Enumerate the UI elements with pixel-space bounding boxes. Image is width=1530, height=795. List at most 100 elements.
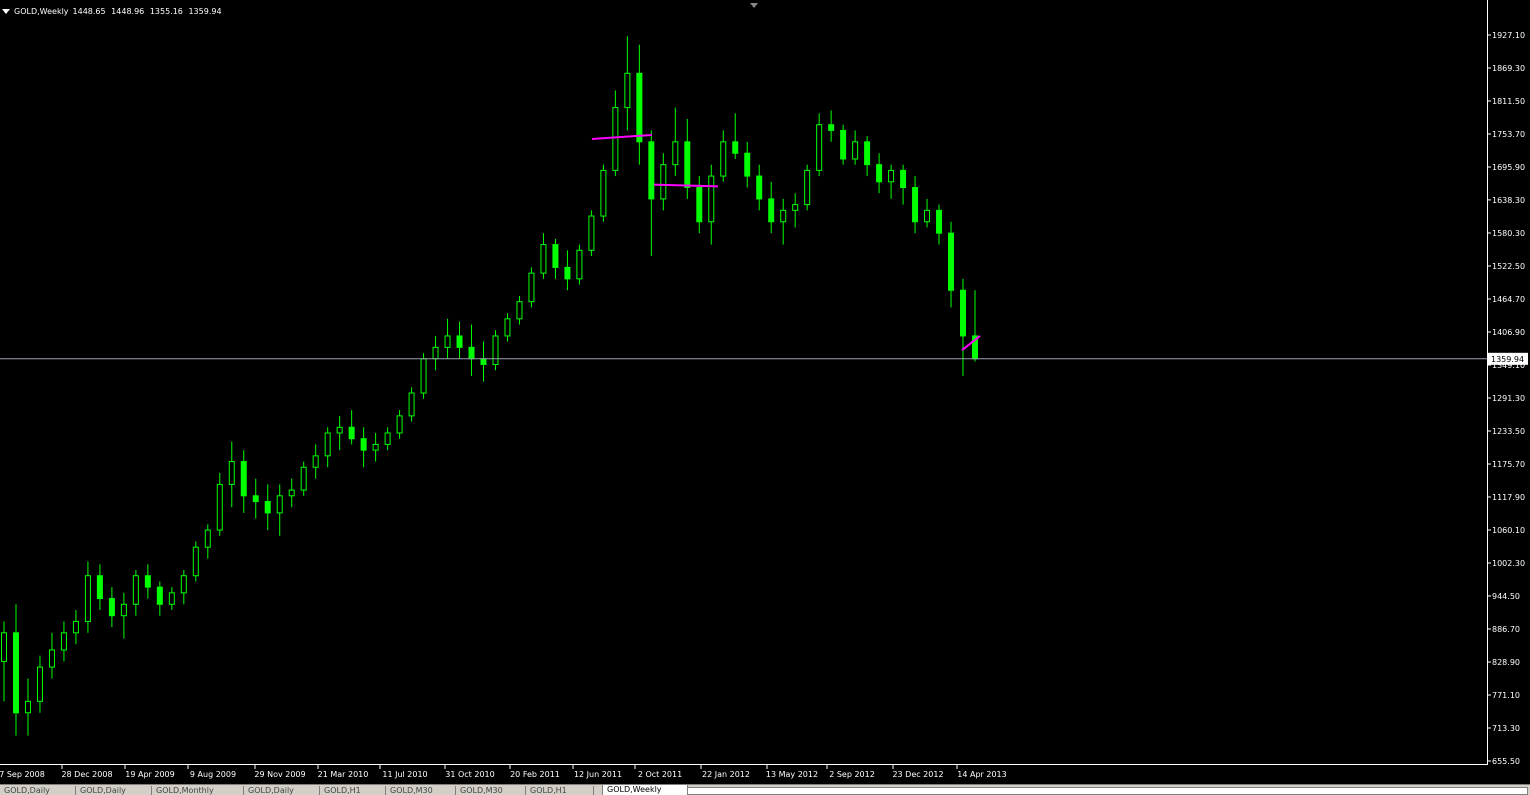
time-axis-label: 22 Jan 2012: [702, 770, 750, 779]
candle-body: [588, 215, 595, 251]
candle-body: [180, 575, 187, 594]
candle-body: [648, 141, 655, 200]
candle-body: [240, 461, 247, 497]
candle-body: [804, 169, 811, 206]
candle-body: [960, 289, 967, 337]
time-axis-label: 9 Aug 2009: [190, 770, 236, 779]
candle-body: [96, 575, 103, 600]
candle-body: [576, 249, 583, 280]
trendline-annotation: [591, 133, 653, 140]
candle-body: [612, 107, 619, 171]
candle-body: [708, 175, 715, 223]
candle-body: [840, 129, 847, 160]
current-price-label: 1359.94: [1491, 355, 1524, 364]
low-value: 1355.16: [149, 6, 183, 16]
candle-body: [768, 198, 775, 223]
candle-body: [624, 72, 631, 109]
candle-body: [24, 700, 31, 714]
price-axis-label: 1233.50: [1492, 427, 1525, 436]
time-axis-label: 28 Dec 2008: [61, 770, 112, 779]
candle-body: [372, 443, 379, 451]
price-axis-label: 771.10: [1492, 691, 1520, 700]
candle-body: [444, 335, 451, 348]
price-axis-label: 1117.90: [1492, 493, 1525, 502]
candle-body: [696, 186, 703, 223]
candle-body: [732, 141, 739, 154]
candle-body: [924, 209, 931, 223]
close-value: 1359.94: [188, 6, 222, 16]
candle-body: [252, 495, 259, 503]
chart-tab[interactable]: GOLD,Weekly: [602, 785, 688, 795]
candle-body: [36, 666, 43, 702]
price-axis-label: 1060.10: [1492, 526, 1525, 535]
open-value: 1448.65: [72, 6, 106, 16]
candle-body: [504, 318, 511, 337]
chart-menu-icon[interactable]: [2, 8, 10, 14]
price-axis-label: 1638.30: [1492, 196, 1525, 205]
candle-body: [888, 169, 895, 183]
candle-body: [516, 301, 523, 320]
time-axis-label: 2 Sep 2012: [829, 770, 875, 779]
candle-body: [540, 244, 547, 274]
candle-body: [744, 152, 751, 177]
candle-body: [564, 266, 571, 280]
candle-body: [72, 620, 79, 634]
candle-body: [288, 489, 295, 497]
candle-body: [336, 426, 343, 434]
candle-body: [828, 124, 835, 131]
time-axis-label: 19 Apr 2009: [125, 770, 174, 779]
candle-body: [324, 432, 331, 457]
time-axis-label: 20 Feb 2011: [510, 770, 560, 779]
candle-body: [120, 603, 127, 617]
price-axis-label: 713.30: [1492, 724, 1520, 733]
candle-body: [552, 244, 559, 268]
time-axis-label: 2 Oct 2011: [638, 770, 682, 779]
price-axis-label: 1580.30: [1492, 229, 1525, 238]
candle-body: [84, 575, 91, 622]
time-axis-label: 23 Dec 2012: [892, 770, 943, 779]
candle-body: [876, 164, 883, 183]
candle-body: [108, 598, 115, 617]
candle-body: [1, 632, 7, 662]
chart-window[interactable]: 1927.10 1869.30 1811.50 1753.70 1695.90 1638.…: [0, 0, 1530, 795]
candle-body: [528, 272, 535, 303]
candle-body: [948, 232, 955, 291]
candle-body: [312, 455, 319, 468]
candle-body: [468, 346, 475, 360]
candle-body: [276, 495, 283, 514]
candle-body: [156, 586, 163, 605]
candle-body: [456, 335, 463, 348]
time-axis-label: 12 Jun 2011: [574, 770, 622, 779]
candle-body: [636, 72, 643, 143]
candle-body: [408, 392, 415, 417]
candle-body: [144, 575, 151, 588]
candle-body: [900, 169, 907, 188]
chart-shift-icon[interactable]: [750, 3, 758, 8]
price-axis-label: 1406.90: [1492, 328, 1525, 337]
price-axis-label: 1464.70: [1492, 295, 1525, 304]
chart-canvas[interactable]: 1927.10 1869.30 1811.50 1753.70 1695.90 1638.…: [0, 0, 1530, 784]
candle-body: [12, 632, 19, 714]
candle-body: [264, 501, 271, 514]
candle-body: [432, 346, 439, 360]
candle-body: [684, 141, 691, 188]
candle-body: [672, 141, 679, 166]
high-value: 1448.96: [111, 6, 145, 16]
candle-body: [912, 186, 919, 223]
price-axis-label: 1522.50: [1492, 262, 1525, 271]
price-axis-label: 1753.70: [1492, 130, 1525, 139]
candle-body: [348, 426, 355, 440]
time-axis-label: 14 Apr 2013: [957, 770, 1006, 779]
candle-body: [204, 529, 211, 548]
candle-body: [396, 415, 403, 434]
time-axis-label: 13 May 2012: [766, 770, 818, 779]
price-axis-label: 944.50: [1492, 592, 1520, 601]
candle-body: [600, 169, 607, 217]
candle-body: [780, 209, 787, 223]
candle-body: [168, 592, 175, 605]
price-axis-label: 1695.90: [1492, 163, 1525, 172]
candle-body: [360, 438, 367, 451]
candle-body: [60, 632, 67, 651]
candle-body: [864, 141, 871, 166]
time-axis-label: 31 Oct 2010: [445, 770, 494, 779]
